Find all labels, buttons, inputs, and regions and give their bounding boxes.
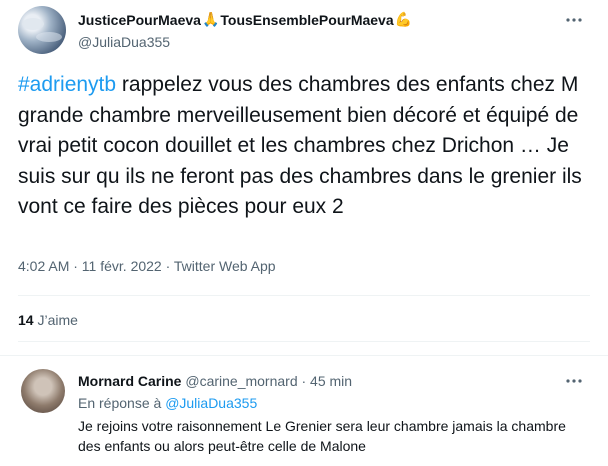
more-horizontal-icon [566,379,582,383]
divider [18,341,590,342]
author-display-name[interactable]: JusticePourMaeva 🙏 TousEnsemblePourMaeva… [78,12,412,28]
author-name-part-1: JusticePourMaeva [78,12,201,28]
hashtag-link[interactable]: #adrienytb [18,73,116,96]
tweet-text: #adrienytb rappelez vous des chambres de… [18,70,598,223]
more-options-button[interactable] [564,12,584,28]
more-horizontal-icon [566,18,582,22]
reply-author-name[interactable]: Mornard Carine [78,373,181,389]
folded-hands-emoji-icon: 🙏 [201,12,220,28]
reply-more-options-button[interactable] [564,373,584,389]
author-handle[interactable]: @JuliaDua355 [78,34,170,50]
likes-count: 14 [18,312,34,328]
in-reply-to-label: En réponse à [78,395,162,411]
divider [18,295,590,296]
in-reply-to-handle-link[interactable]: @JuliaDua355 [165,395,257,411]
likes-label: J’aime [37,312,78,328]
reply-handle-and-time[interactable]: @carine_mornard · 45 min [185,373,352,389]
likes-stat[interactable]: 14 J’aime [18,312,78,328]
section-divider [0,355,608,356]
reply-author-avatar[interactable] [21,369,65,413]
author-name-part-2: TousEnsemblePourMaeva [220,12,394,28]
reply-header: Mornard Carine @carine_mornard · 45 min [78,373,352,389]
in-reply-to: En réponse à @JuliaDua355 [78,395,257,411]
author-avatar[interactable] [18,6,66,54]
tweet-timestamp[interactable]: 4:02 AM · 11 févr. 2022 · Twitter Web Ap… [18,258,276,274]
reply-text: Je rejoins votre raisonnement Le Grenier… [78,418,566,454]
flexed-biceps-emoji-icon: 💪 [394,12,413,28]
